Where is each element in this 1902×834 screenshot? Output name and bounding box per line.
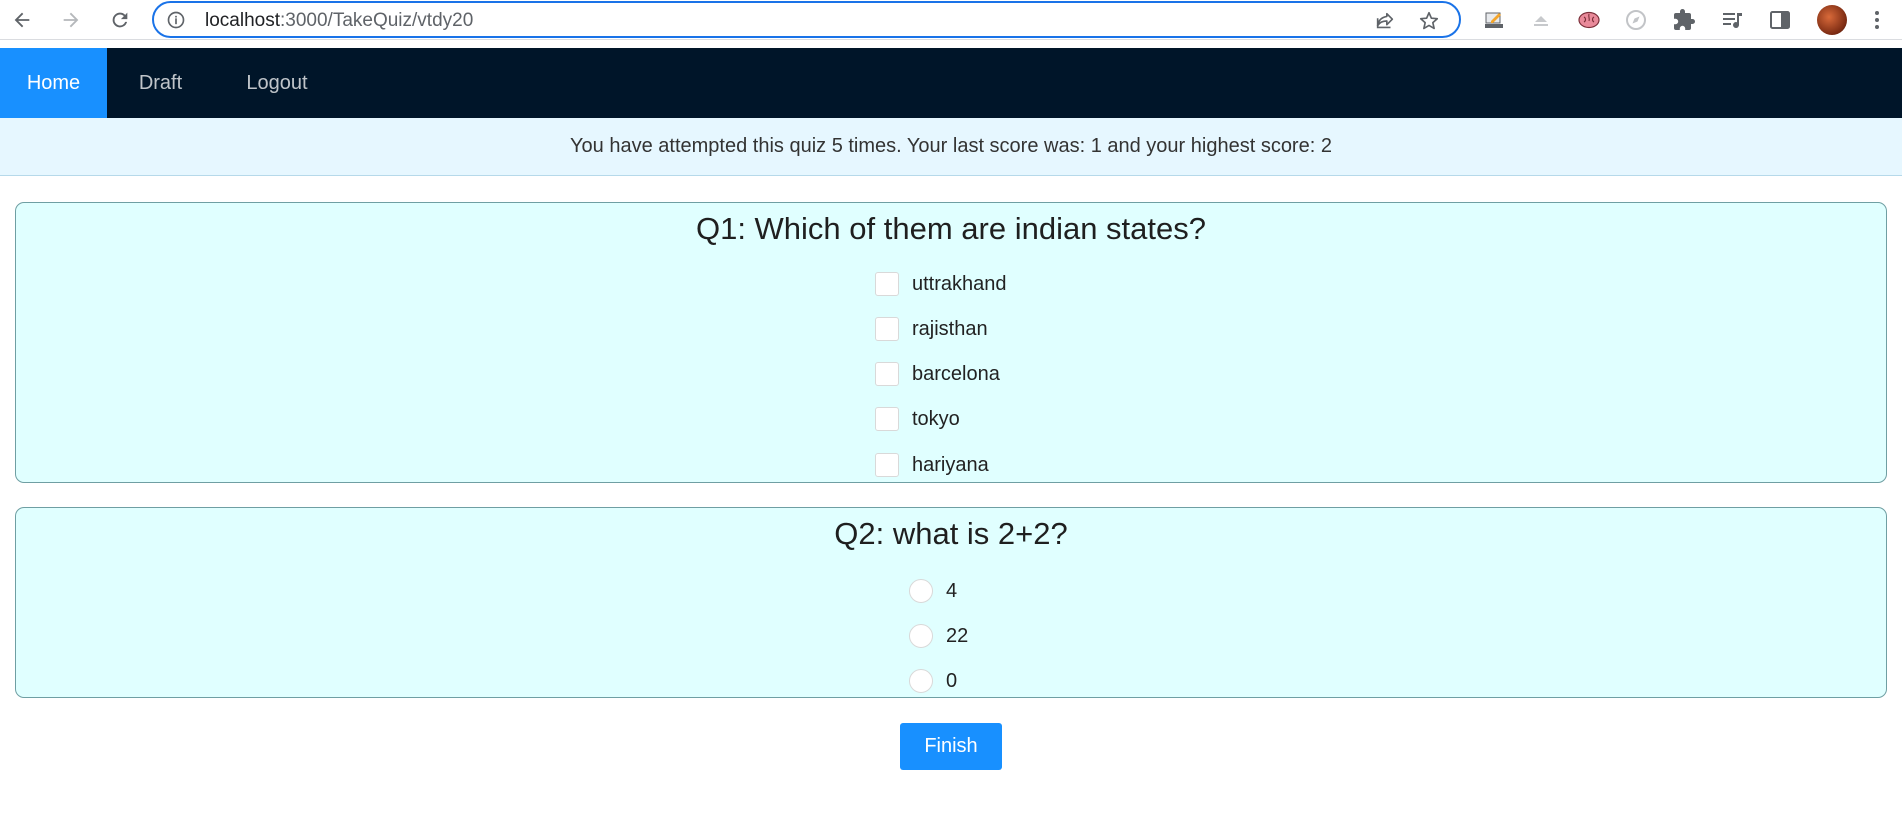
option-label: tokyo [912,407,960,430]
checkbox[interactable] [875,453,899,477]
back-icon[interactable] [6,4,38,36]
option-4[interactable]: 4 [909,577,957,605]
option-label: barcelona [912,362,1000,385]
option-label: 4 [946,579,958,602]
nav-draft[interactable]: Draft [107,48,214,118]
site-info-icon[interactable] [166,10,186,30]
option-label: 22 [946,624,969,647]
radio-button[interactable] [909,624,933,648]
option-uttrakhand[interactable]: uttrakhand [875,270,1007,298]
checkbox[interactable] [875,272,899,296]
compass-extension-icon[interactable] [1623,7,1649,33]
menu-kebab-icon[interactable] [1864,7,1890,33]
option-label: rajisthan [912,317,988,340]
side-panel-icon[interactable] [1767,7,1793,33]
checkbox[interactable] [875,407,899,431]
radio-button[interactable] [909,669,933,693]
option-0[interactable]: 0 [909,667,958,693]
option-tokyo[interactable]: tokyo [875,405,960,433]
forward-icon[interactable] [55,4,87,36]
finish-button[interactable]: Finish [900,723,1002,770]
nav-home[interactable]: Home [0,48,107,118]
option-label: 0 [946,669,958,692]
media-playlist-icon[interactable] [1719,7,1745,33]
profile-avatar[interactable] [1817,5,1847,35]
nav-logout[interactable]: Logout [226,48,328,118]
checkbox[interactable] [875,317,899,341]
option-barcelona[interactable]: barcelona [875,360,1000,388]
attempt-info-text: You have attempted this quiz 5 times. Yo… [570,135,1332,157]
share-icon[interactable] [1374,10,1396,32]
url-text: localhost:3000/TakeQuiz/vtdy20 [205,10,474,31]
address-bar[interactable]: localhost:3000/TakeQuiz/vtdy20 [152,1,1461,38]
question-title: Q2: what is 2+2? [834,516,1068,551]
brain-extension-icon[interactable] [1576,7,1602,33]
question-title: Q1: Which of them are indian states? [695,211,1207,246]
puzzle-extensions-icon[interactable] [1671,7,1697,33]
question-card-1: Q1: Which of them are indian states? utt… [15,202,1887,483]
option-22[interactable]: 22 [909,622,968,650]
edit-extension-icon[interactable] [1481,7,1507,33]
question-card-2: Q2: what is 2+2? 4 22 0 [15,507,1887,698]
reload-icon[interactable] [104,4,136,36]
radio-button[interactable] [909,579,933,603]
browser-toolbar: localhost:3000/TakeQuiz/vtdy20 [0,0,1902,40]
option-rajisthan[interactable]: rajisthan [875,315,988,343]
option-label: hariyana [912,453,989,476]
top-navbar: Home Draft Logout [0,48,1902,118]
upload-extension-icon[interactable] [1528,7,1554,33]
bookmark-star-icon[interactable] [1418,10,1440,32]
option-hariyana[interactable]: hariyana [875,451,989,477]
checkbox[interactable] [875,362,899,386]
attempt-info-alert: You have attempted this quiz 5 times. Yo… [0,118,1902,176]
option-label: uttrakhand [912,272,1007,295]
